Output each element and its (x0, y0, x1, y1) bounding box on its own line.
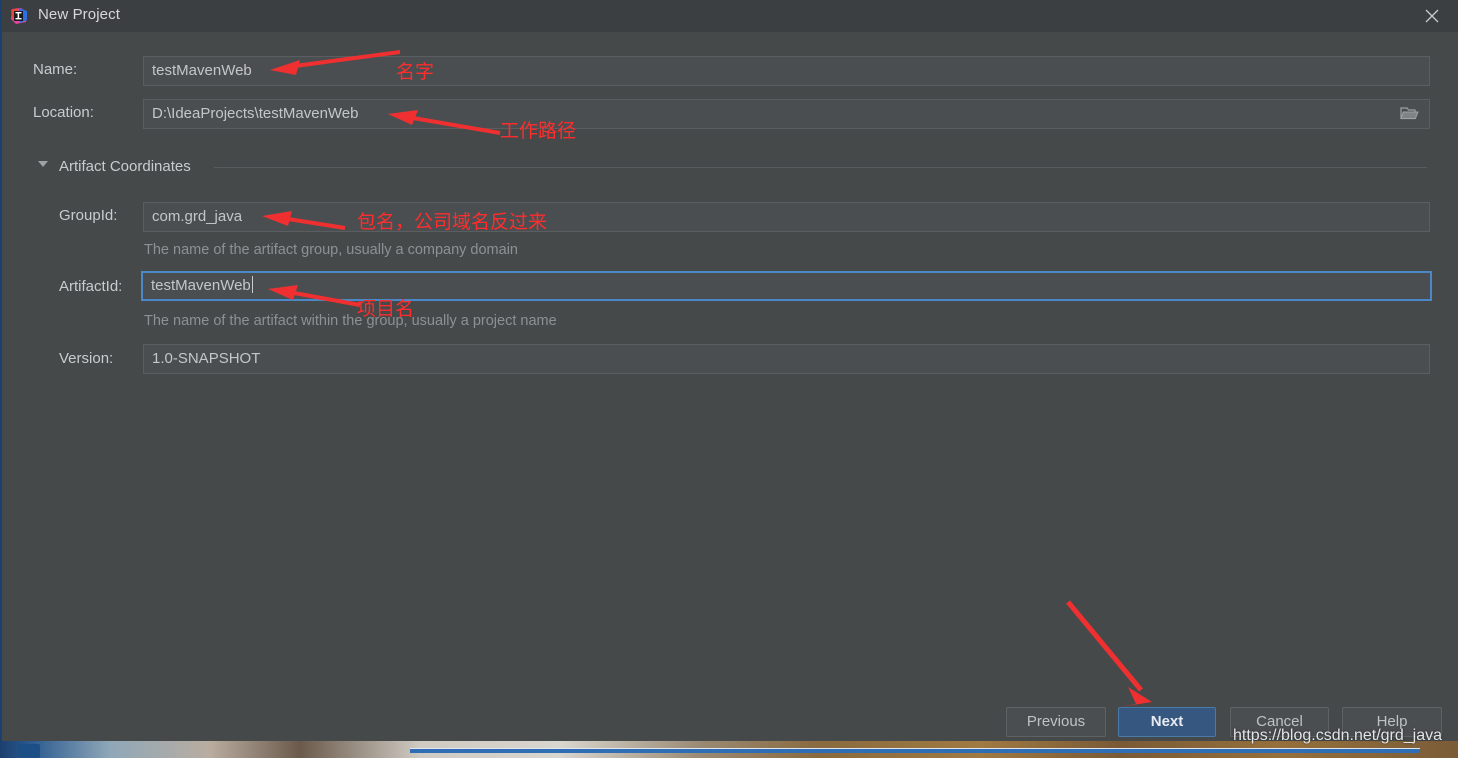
artifactid-hint: The name of the artifact within the grou… (144, 313, 557, 329)
artifactid-annot: 项目名 (357, 299, 415, 320)
groupid-hint: The name of the artifact group, usually … (144, 242, 518, 258)
intellij-idea-icon (10, 7, 28, 25)
name-label: Name: (33, 61, 78, 78)
taskbar-strip (410, 748, 1420, 753)
new-project-dialog: New Project Name: testMavenWeb Location:… (2, 0, 1458, 741)
previous-button[interactable]: Previous (1006, 707, 1106, 737)
groupid-label: GroupId: (59, 207, 118, 224)
groupid-input[interactable]: com.grd_java (143, 202, 1430, 232)
next-button[interactable]: Next (1118, 707, 1216, 737)
version-label: Version: (59, 350, 114, 367)
desktop-shortcut-icon (18, 744, 40, 758)
location-input[interactable]: D:\IdeaProjects\testMavenWeb (143, 99, 1430, 129)
dialog-title: New Project (38, 6, 120, 23)
name-annot: 名字 (396, 62, 435, 83)
artifactid-input-value: testMavenWeb (151, 277, 251, 294)
location-label: Location: (33, 104, 94, 121)
chevron-down-icon[interactable] (38, 161, 48, 167)
artifact-coordinates-section-label[interactable]: Artifact Coordinates (59, 158, 191, 175)
text-caret (251, 276, 253, 293)
name-input[interactable]: testMavenWeb (143, 56, 1430, 86)
groupid-annot: 包名，公司域名反过来 (357, 212, 548, 233)
folder-open-icon[interactable] (1391, 100, 1428, 128)
watermark-url: https://blog.csdn.net/grd_java (1233, 727, 1443, 744)
artifactid-input[interactable]: testMavenWeb (141, 271, 1432, 301)
location-annot: 工作路径 (500, 121, 577, 142)
close-icon[interactable] (1406, 0, 1458, 32)
version-input[interactable]: 1.0-SNAPSHOT (143, 344, 1430, 374)
dialog-titlebar: New Project (2, 0, 1458, 32)
artifactid-label: ArtifactId: (59, 278, 123, 295)
section-divider (214, 167, 1427, 168)
